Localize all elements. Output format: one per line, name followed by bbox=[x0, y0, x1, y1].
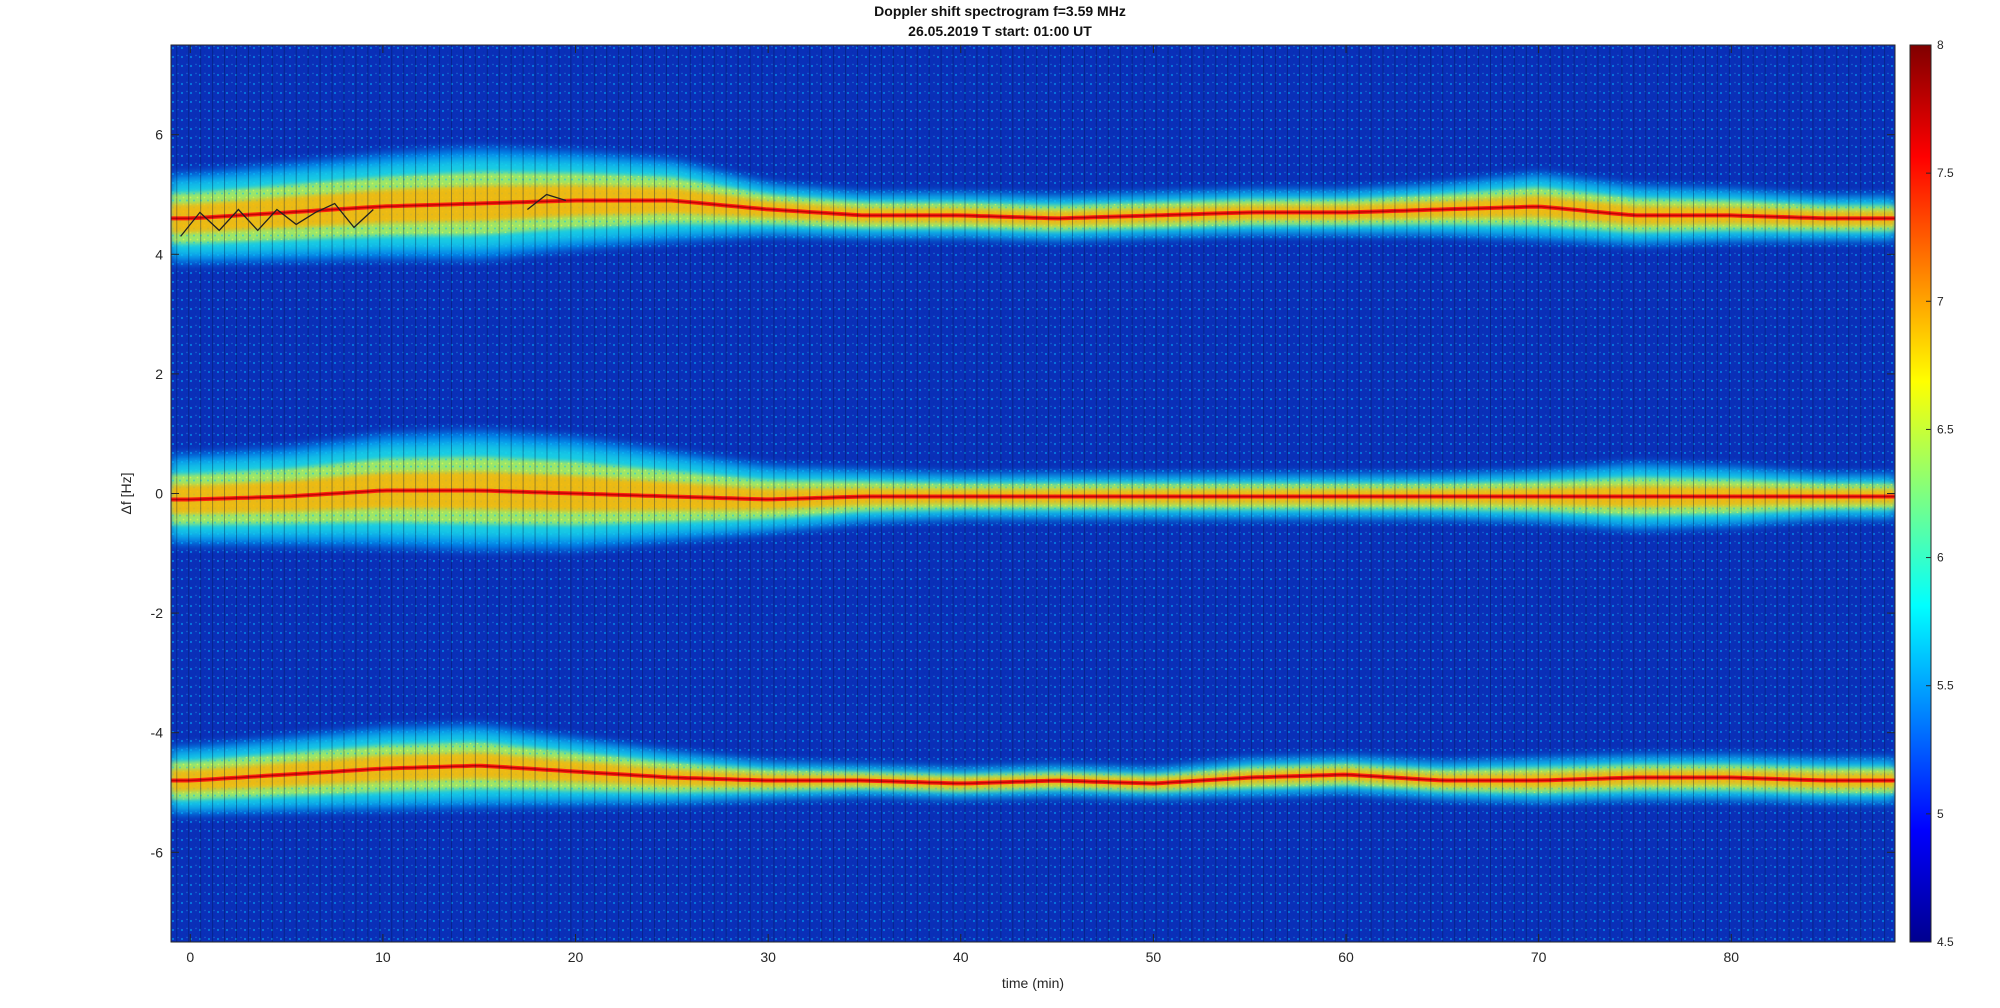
x-tick-label: 0 bbox=[186, 949, 194, 965]
y-tick-label: 0 bbox=[155, 486, 163, 502]
colorbar-gradient bbox=[1909, 44, 1932, 943]
chart-subtitle: 26.05.2019 T start: 01:00 UT bbox=[908, 23, 1092, 39]
y-tick-label: -4 bbox=[151, 725, 164, 741]
x-tick-label: 70 bbox=[1531, 949, 1547, 965]
x-tick-label: 40 bbox=[953, 949, 969, 965]
y-tick-label: -2 bbox=[151, 605, 164, 621]
plot-area bbox=[171, 45, 1895, 942]
colorbar: 4.5 5 5.5 6 6.5 7 7.5 8 bbox=[1909, 38, 1954, 949]
x-tick-label: 30 bbox=[760, 949, 776, 965]
colorbar-tick-label: 7.5 bbox=[1937, 166, 1954, 180]
y-tick-label: -6 bbox=[151, 844, 164, 860]
chart-title: Doppler shift spectrogram f=3.59 MHz bbox=[874, 3, 1126, 19]
x-tick-label: 50 bbox=[1146, 949, 1162, 965]
colorbar-tick-label: 5 bbox=[1937, 807, 1944, 821]
x-tick-label: 10 bbox=[375, 949, 391, 965]
spectrogram-plot: 0 10 20 30 40 50 60 70 80 -6 -4 -2 0 2 4 6 4.5 5 5.5 6 6.5 7… bbox=[118, 38, 1954, 991]
x-tick-label: 80 bbox=[1723, 949, 1739, 965]
y-axis-label: Δf [Hz] bbox=[118, 472, 134, 514]
colorbar-tick-label: 5.5 bbox=[1937, 679, 1954, 693]
y-tick-label: 6 bbox=[155, 127, 163, 143]
x-tick-label: 20 bbox=[568, 949, 584, 965]
x-axis-label: time (min) bbox=[1002, 975, 1064, 991]
x-tick-label: 60 bbox=[1338, 949, 1354, 965]
colorbar-tick-label: 6.5 bbox=[1937, 422, 1954, 436]
figure: Doppler shift spectrogram f=3.59 MHz 26.… bbox=[0, 0, 2000, 1003]
colorbar-tick-label: 6 bbox=[1937, 551, 1944, 565]
y-tick-label: 2 bbox=[155, 366, 163, 382]
y-tick-label: 4 bbox=[155, 246, 163, 262]
colorbar-tick-label: 7 bbox=[1937, 294, 1944, 308]
colorbar-tick-label: 4.5 bbox=[1937, 935, 1954, 949]
colorbar-tick-label: 8 bbox=[1937, 38, 1944, 52]
